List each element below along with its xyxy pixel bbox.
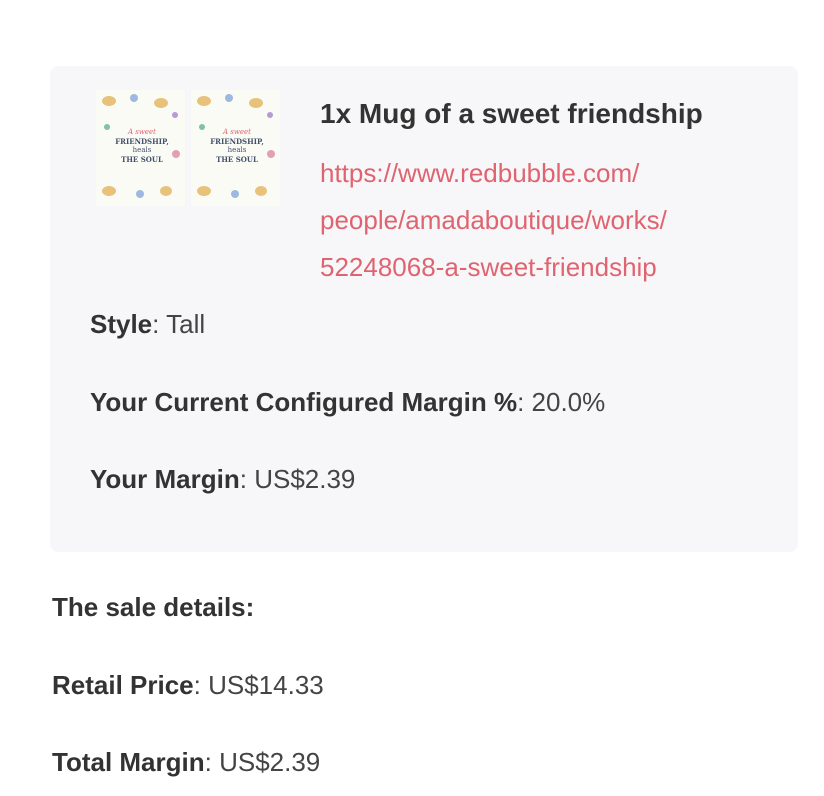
retail-price-label: Retail Price	[52, 670, 194, 700]
configured-margin-value: 20.0%	[531, 387, 606, 417]
style-value: Tall	[166, 309, 206, 339]
your-margin-label: Your Margin	[90, 464, 240, 494]
sale-details-heading: The sale details:	[52, 592, 255, 622]
thumbnail-artwork-text: A sweet FRIENDSHIP, heals THE SOUL	[210, 128, 264, 164]
total-margin-row: Total Margin: US$2.39	[52, 747, 321, 777]
product-link[interactable]: https://www.redbubble.com/ people/amadab…	[320, 150, 740, 291]
thumbnail-tile-right: A sweet FRIENDSHIP, heals THE SOUL	[191, 90, 280, 206]
product-title: 1x Mug of a sweet friendship	[320, 98, 703, 129]
your-margin-value: US$2.39	[254, 464, 356, 494]
style-label: Style	[90, 309, 153, 339]
thumbnail-artwork-text: A sweet FRIENDSHIP, heals THE SOUL	[115, 128, 169, 164]
product-link-line: people/amadaboutique/works/	[320, 205, 667, 235]
style-row: Style: Tall	[90, 309, 206, 339]
product-link-line: 52248068-a-sweet-friendship	[320, 252, 657, 282]
order-item-card: A sweet FRIENDSHIP, heals THE SOUL A swe…	[50, 66, 798, 552]
thumbnail-tile-left: A sweet FRIENDSHIP, heals THE SOUL	[96, 90, 185, 206]
configured-margin-label: Your Current Configured Margin %	[90, 387, 518, 417]
total-margin-label: Total Margin	[52, 747, 205, 777]
total-margin-value: US$2.39	[219, 747, 321, 777]
retail-price-row: Retail Price: US$14.33	[52, 670, 324, 700]
retail-price-value: US$14.33	[208, 670, 324, 700]
product-thumbnail[interactable]: A sweet FRIENDSHIP, heals THE SOUL A swe…	[96, 90, 280, 206]
product-link-line: https://www.redbubble.com/	[320, 158, 640, 188]
configured-margin-row: Your Current Configured Margin %: 20.0%	[90, 387, 606, 417]
your-margin-row: Your Margin: US$2.39	[90, 464, 356, 494]
